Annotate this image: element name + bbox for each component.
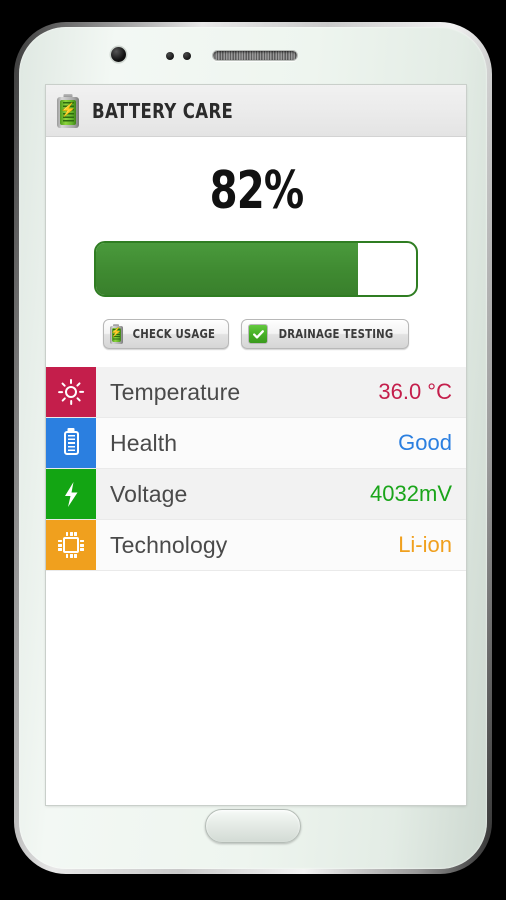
check-usage-label: CHECK USAGE xyxy=(132,327,215,341)
row-value-voltage: 4032mV xyxy=(370,481,452,506)
app-header: ⚡ BATTERY CARE xyxy=(46,85,466,137)
row-icon-tile-health xyxy=(46,418,96,468)
battery-icon: ⚡ xyxy=(109,324,123,344)
row-value-health: Good xyxy=(398,430,452,455)
chip-icon xyxy=(58,532,84,558)
row-icon-tile-voltage xyxy=(46,469,96,519)
row-label-temperature: Temperature xyxy=(110,378,241,405)
row-label-health: Health xyxy=(110,429,178,456)
phone-device: ⚡ BATTERY CARE 82% ⚡ CHECK USAGE DRAINAG… xyxy=(14,22,492,874)
drainage-testing-label: DRAINAGE TESTING xyxy=(279,327,394,341)
light-sensor-icon xyxy=(183,52,191,60)
action-buttons: ⚡ CHECK USAGE DRAINAGE TESTING xyxy=(46,319,466,349)
battery-percent-display: 82% xyxy=(46,137,466,217)
battery-progress-bar xyxy=(94,241,418,297)
phone-body: ⚡ BATTERY CARE 82% ⚡ CHECK USAGE DRAINAG… xyxy=(19,27,487,869)
front-camera-icon xyxy=(111,47,126,62)
row-value-temperature: 36.0 °C xyxy=(378,379,452,404)
battery-icon: ⚡ xyxy=(57,93,79,128)
table-row[interactable]: Technology Li-ion xyxy=(46,520,466,571)
table-row[interactable]: Voltage 4032mV xyxy=(46,469,466,520)
battery-progress-fill xyxy=(96,243,359,295)
table-row[interactable]: Health Good xyxy=(46,418,466,469)
home-button[interactable] xyxy=(205,809,301,843)
row-icon-tile-temperature xyxy=(46,367,96,417)
battery-percent-label: 82% xyxy=(209,161,304,221)
drainage-testing-button[interactable]: DRAINAGE TESTING xyxy=(241,319,410,349)
row-label-voltage: Voltage xyxy=(110,480,188,507)
page-title: BATTERY CARE xyxy=(92,98,234,123)
phone-screen: ⚡ BATTERY CARE 82% ⚡ CHECK USAGE DRAINAG… xyxy=(46,85,466,805)
check-box-icon xyxy=(248,324,269,344)
sun-icon xyxy=(58,379,85,405)
earpiece-speaker-icon xyxy=(212,50,298,61)
check-usage-button[interactable]: ⚡ CHECK USAGE xyxy=(102,319,230,349)
row-icon-tile-technology xyxy=(46,520,96,570)
row-label-technology: Technology xyxy=(110,531,228,558)
battery-info-list: Temperature 36.0 °C Health Good Voltage … xyxy=(46,367,466,571)
lightning-bolt-icon xyxy=(62,481,80,508)
phone-top-hardware xyxy=(19,27,487,81)
battery-icon xyxy=(63,431,79,455)
proximity-sensor-icon xyxy=(166,52,174,60)
row-value-technology: Li-ion xyxy=(398,532,452,557)
table-row[interactable]: Temperature 36.0 °C xyxy=(46,367,466,418)
